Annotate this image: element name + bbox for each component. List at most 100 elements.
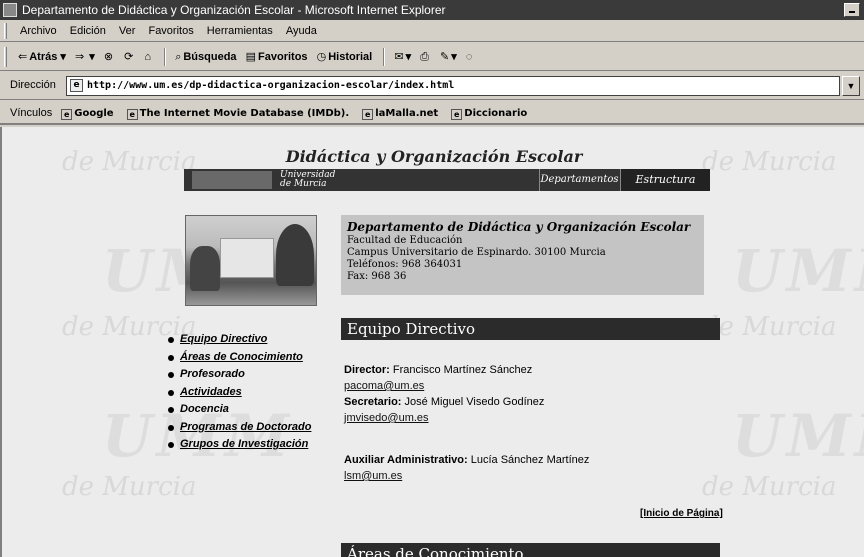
home-icon: ⌂ bbox=[144, 51, 152, 63]
address-label: Dirección bbox=[10, 79, 56, 91]
edit-button[interactable]: ✎ ▾ bbox=[440, 43, 457, 71]
favorites-icon: ▤ bbox=[245, 51, 257, 63]
refresh-icon: ⟳ bbox=[124, 51, 134, 63]
mail-icon: ✉ bbox=[394, 51, 404, 63]
menu-item-label: Equipo Directivo bbox=[180, 333, 268, 345]
university-name: Universidad de Murcia bbox=[280, 171, 335, 189]
menu-edicion[interactable]: Edición bbox=[70, 20, 106, 42]
phone-line: Teléfonos: 968 364031 bbox=[347, 259, 463, 270]
secretary-label: Secretario: bbox=[344, 396, 402, 408]
forward-button[interactable]: ⇒ ▾ bbox=[75, 43, 95, 71]
department-name: Departamento de Didáctica y Organización… bbox=[347, 220, 691, 234]
print-icon: ⎙ bbox=[420, 51, 429, 63]
side-menu: Equipo Directivo Áreas de Conocimiento P… bbox=[168, 331, 311, 454]
link-label: Google bbox=[74, 108, 114, 119]
page-icon: e bbox=[126, 109, 138, 120]
university-name-line2: de Murcia bbox=[280, 179, 327, 189]
link-google[interactable]: e Google bbox=[61, 102, 114, 126]
menu-item-label: Profesorado bbox=[180, 368, 245, 380]
director-block: Director: Francisco Martínez Sánchez pac… bbox=[344, 362, 544, 426]
toolbar-grip[interactable] bbox=[4, 47, 7, 67]
menu-bar: Archivo Edición Ver Favoritos Herramient… bbox=[0, 20, 864, 42]
menu-item-grupos[interactable]: Grupos de Investigación bbox=[168, 436, 311, 454]
menu-favoritos[interactable]: Favoritos bbox=[148, 20, 193, 42]
aux-name: Lucía Sánchez Martínez bbox=[470, 454, 590, 466]
discuss-icon: ◌ bbox=[465, 51, 473, 63]
window-title: Departamento de Didáctica y Organización… bbox=[22, 3, 446, 17]
building-shape bbox=[220, 238, 274, 278]
menu-ver[interactable]: Ver bbox=[119, 20, 136, 42]
director-email-link[interactable]: pacoma@um.es bbox=[344, 380, 424, 392]
back-button[interactable]: ⇐ Atrás ▾ bbox=[18, 43, 66, 71]
menu-item-areas[interactable]: Áreas de Conocimiento bbox=[168, 349, 311, 367]
watermark-text: de Murcia bbox=[62, 472, 197, 502]
discuss-button[interactable]: ◌ bbox=[466, 43, 475, 71]
favorites-label: Favoritos bbox=[258, 51, 308, 63]
page-icon: e bbox=[362, 109, 374, 120]
back-arrow-icon: ⇐ bbox=[18, 51, 28, 63]
watermark-text: de Murcia bbox=[702, 472, 837, 502]
links-label: Vínculos bbox=[10, 107, 53, 119]
history-icon: ◷ bbox=[316, 51, 327, 63]
page-icon: e bbox=[61, 109, 73, 120]
toolbar-separator bbox=[383, 48, 386, 66]
home-button[interactable]: ⌂ bbox=[144, 43, 153, 71]
director-label: Director: bbox=[344, 364, 390, 376]
web-page[interactable]: de Murcia de Murcia UMM UMM de Murcia de… bbox=[0, 127, 864, 557]
menu-item-programas[interactable]: Programas de Doctorado bbox=[168, 419, 311, 437]
search-icon: ⌕ bbox=[175, 51, 182, 63]
search-label: Búsqueda bbox=[183, 51, 237, 63]
menu-item-label: Programas de Doctorado bbox=[180, 420, 312, 433]
tree-shape bbox=[190, 246, 220, 291]
tree-shape bbox=[276, 224, 314, 286]
menu-item-profesorado[interactable]: Profesorado bbox=[168, 366, 311, 384]
favorites-button[interactable]: ▤ Favoritos bbox=[246, 43, 308, 71]
section-header-equipo: Equipo Directivo bbox=[341, 318, 720, 340]
director-name: Francisco Martínez Sánchez bbox=[392, 364, 533, 376]
link-label: The Internet Movie Database (IMDb). bbox=[139, 108, 350, 119]
back-to-top-link[interactable]: [Inicio de Página] bbox=[640, 508, 723, 519]
window-titlebar: Departamento de Didáctica y Organización… bbox=[0, 0, 864, 20]
aux-label: Auxiliar Administrativo: bbox=[344, 454, 468, 466]
section-header-areas: Áreas de Conocimiento bbox=[341, 543, 720, 557]
minimize-button[interactable] bbox=[844, 3, 860, 17]
refresh-button[interactable]: ⟳ bbox=[124, 43, 135, 71]
menu-grip[interactable] bbox=[4, 23, 7, 39]
forward-arrow-icon: ⇒ bbox=[74, 51, 85, 63]
print-button[interactable]: ⎙ bbox=[420, 43, 431, 71]
address-input[interactable]: e http://www.um.es/dp-didactica-organiza… bbox=[66, 76, 840, 96]
menu-archivo[interactable]: Archivo bbox=[20, 20, 57, 42]
stop-icon: ⊗ bbox=[103, 51, 114, 63]
aux-email-link[interactable]: lsm@um.es bbox=[344, 470, 402, 482]
fax-line: Fax: 968 36 bbox=[347, 271, 407, 282]
nav-departamentos[interactable]: Departamentos bbox=[539, 169, 619, 191]
department-info-box: Departamento de Didáctica y Organización… bbox=[341, 215, 704, 295]
history-button[interactable]: ◷ Historial bbox=[317, 43, 373, 71]
secretary-name: José Miguel Visedo Godínez bbox=[404, 396, 545, 408]
stop-button[interactable]: ⊗ bbox=[104, 43, 115, 71]
link-imdb[interactable]: e The Internet Movie Database (IMDb). bbox=[126, 102, 350, 126]
address-dropdown-button[interactable]: ▼ bbox=[842, 76, 860, 96]
link-label: Diccionario bbox=[464, 108, 528, 119]
menu-item-actividades[interactable]: Actividades bbox=[168, 384, 311, 402]
link-diccionario[interactable]: e Diccionario bbox=[451, 102, 527, 126]
address-bar: Dirección e http://www.um.es/dp-didactic… bbox=[0, 72, 864, 100]
link-lamalla[interactable]: e laMalla.net bbox=[362, 102, 438, 126]
watermark-logo: UMM bbox=[732, 402, 864, 470]
secretary-email-link[interactable]: jmvisedo@um.es bbox=[344, 412, 429, 424]
menu-item-label: Grupos de Investigación bbox=[180, 438, 309, 450]
menu-ayuda[interactable]: Ayuda bbox=[286, 20, 317, 42]
address-url: http://www.um.es/dp-didactica-organizaci… bbox=[87, 80, 455, 91]
links-bar: Vínculos e Google e The Internet Movie Dat… bbox=[0, 101, 864, 125]
watermark-text: de Murcia bbox=[702, 312, 837, 342]
mail-button[interactable]: ✉ ▾ bbox=[394, 43, 411, 71]
building-photo bbox=[185, 215, 317, 306]
menu-herramientas[interactable]: Herramientas bbox=[207, 20, 273, 42]
nav-estructura[interactable]: Estructura bbox=[620, 169, 710, 191]
menu-item-equipo-directivo[interactable]: Equipo Directivo bbox=[168, 331, 311, 349]
search-button[interactable]: ⌕ Búsqueda bbox=[175, 43, 236, 71]
university-seal-logo bbox=[192, 171, 272, 189]
back-label: Atrás bbox=[29, 51, 58, 63]
page-icon: e bbox=[70, 79, 83, 92]
menu-item-docencia[interactable]: Docencia bbox=[168, 401, 311, 419]
